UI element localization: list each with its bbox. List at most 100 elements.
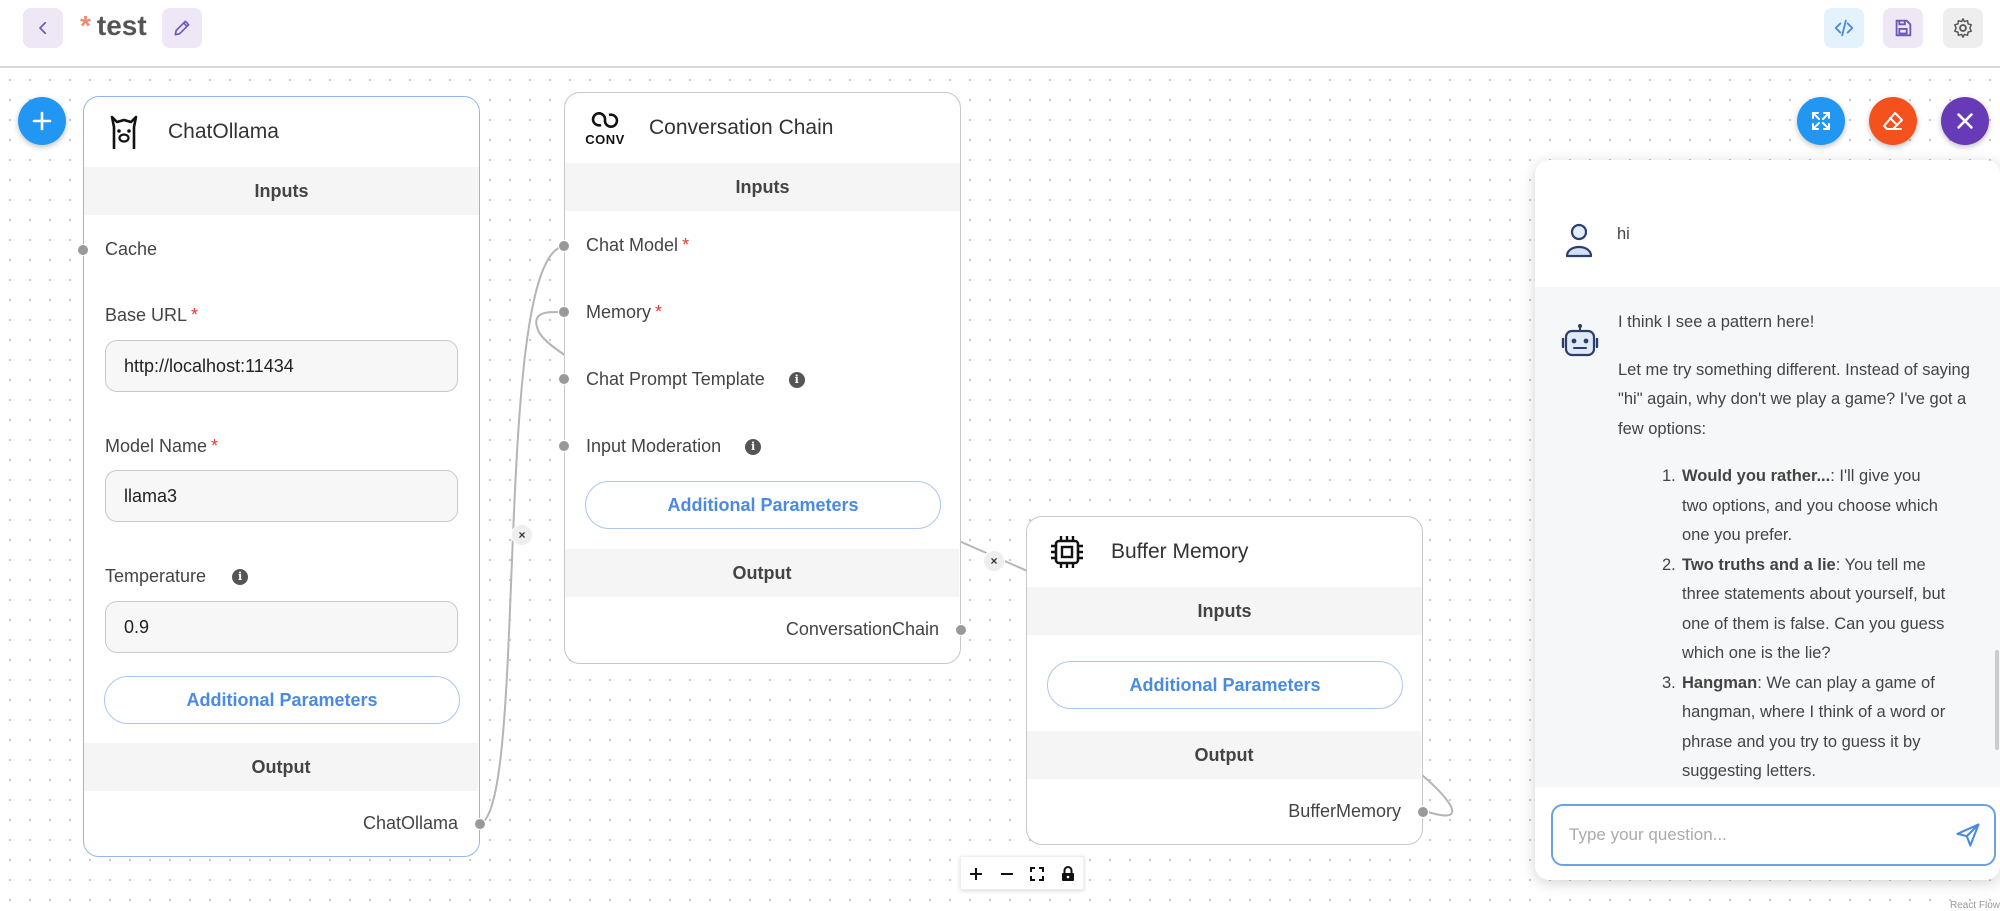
code-icon xyxy=(1834,19,1854,37)
info-icon[interactable]: i xyxy=(745,439,762,456)
model-name-label-text: Model Name xyxy=(105,436,208,456)
base-url-field[interactable]: http://localhost:11434 xyxy=(105,340,458,392)
save-button[interactable] xyxy=(1883,8,1923,48)
list-item-number: 1. xyxy=(1662,467,1676,485)
bot-options-list: 1. Would you rather...: I'll give you two… xyxy=(1662,462,1947,787)
temperature-label: Temperature i xyxy=(105,566,249,587)
node-header: CONV Conversation Chain xyxy=(565,93,960,163)
required-marker: * xyxy=(191,305,199,325)
react-flow-attribution[interactable]: React Flow xyxy=(1950,900,2000,911)
chat-scrollbar[interactable] xyxy=(1995,650,1999,750)
list-item: 2. Two truths and a lie: You tell me thre… xyxy=(1662,551,1947,669)
chatollama-output-handle[interactable] xyxy=(474,818,486,830)
option-title: Hangman xyxy=(1682,673,1758,692)
cache-input-handle[interactable] xyxy=(77,244,89,256)
conversation-chain-output-handle[interactable] xyxy=(955,624,967,636)
memory-chip-icon xyxy=(1047,532,1087,572)
bot-message: I think I see a pattern here! Let me try… xyxy=(1535,287,2000,787)
node-title: Conversation Chain xyxy=(649,116,834,139)
inputs-section-header: Inputs xyxy=(1027,587,1422,635)
chat-model-label: Chat Model * xyxy=(586,235,689,256)
node-conversation-chain[interactable]: CONV Conversation Chain Inputs Chat Mode… xyxy=(558,92,967,664)
edge-delete-button[interactable]: × xyxy=(511,524,533,546)
bot-intro-text: I think I see a pattern here! xyxy=(1618,313,1815,331)
output-name: BufferMemory xyxy=(1288,801,1401,821)
settings-button[interactable] xyxy=(1943,8,1983,48)
pencil-icon xyxy=(174,20,190,36)
edge-delete-button[interactable]: × xyxy=(983,550,1005,572)
back-button[interactable] xyxy=(23,8,63,48)
api-code-button[interactable] xyxy=(1824,8,1864,48)
output-section-header: Output xyxy=(565,549,959,597)
prompt-input-handle[interactable] xyxy=(558,373,570,385)
temperature-field[interactable]: 0.9 xyxy=(105,601,458,653)
model-name-label: Model Name * xyxy=(105,436,218,457)
save-icon xyxy=(1895,19,1912,37)
clear-chat-button[interactable] xyxy=(1869,97,1917,145)
chain-icon: CONV xyxy=(585,108,625,148)
input-moderation-label: Input Moderation i xyxy=(586,436,762,457)
zoom-in-button[interactable] xyxy=(961,857,992,891)
expand-chat-button[interactable] xyxy=(1797,97,1845,145)
memory-input-handle[interactable] xyxy=(558,306,570,318)
close-icon xyxy=(1957,113,1973,129)
lock-button[interactable] xyxy=(1053,857,1084,891)
option-title: Would you rather... xyxy=(1682,467,1831,485)
memory-label: Memory * xyxy=(586,302,662,323)
fit-view-icon xyxy=(1030,867,1045,881)
output-section-header: Output xyxy=(1027,731,1421,779)
bot-body-text: Let me try something different. Instead … xyxy=(1618,360,1970,438)
base-url-label: Base URL * xyxy=(105,305,198,326)
output-name: ChatOllama xyxy=(362,813,458,833)
node-header: Buffer Memory xyxy=(1027,517,1422,587)
chat-input-field[interactable]: Type your question... xyxy=(1551,804,1996,866)
node-title: Buffer Memory xyxy=(1111,540,1249,563)
chat-model-input-handle[interactable] xyxy=(558,240,570,252)
memory-label-text: Memory xyxy=(586,302,652,322)
user-avatar-icon xyxy=(1563,222,1595,263)
list-item: 3. Hangman: We can play a game of hangman… xyxy=(1662,669,1947,787)
info-icon[interactable]: i xyxy=(232,569,249,586)
close-chat-button[interactable] xyxy=(1941,97,1989,145)
chat-model-label-text: Chat Model xyxy=(586,235,679,255)
chain-icon-text: CONV xyxy=(585,131,625,147)
gear-icon xyxy=(1954,18,1972,38)
robot-icon xyxy=(1561,323,1599,364)
inputs-section-header: Inputs xyxy=(84,167,479,215)
node-buffer-memory[interactable]: Buffer Memory Inputs Additional Paramete… xyxy=(1026,516,1429,845)
plus-icon xyxy=(970,868,983,880)
inputs-section-header: Inputs xyxy=(565,163,960,211)
send-icon xyxy=(1956,823,1980,847)
fit-view-button[interactable] xyxy=(1022,857,1053,891)
temperature-label-text: Temperature xyxy=(105,566,207,586)
chevron-left-icon xyxy=(39,21,47,35)
moderation-input-handle[interactable] xyxy=(558,440,570,452)
list-item-number: 2. xyxy=(1662,555,1676,574)
canvas-controls xyxy=(960,856,1084,890)
plus-icon xyxy=(32,111,52,131)
add-node-button[interactable] xyxy=(18,97,66,145)
send-button[interactable] xyxy=(1954,821,1982,854)
node-chatollama[interactable]: ChatOllama Inputs Cache Base URL * http:/… xyxy=(77,96,486,857)
eraser-icon xyxy=(1883,112,1903,130)
model-name-field[interactable]: llama3 xyxy=(105,470,458,522)
additional-parameters-button[interactable]: Additional Parameters xyxy=(585,481,941,529)
required-marker: * xyxy=(682,235,690,255)
base-url-label-text: Base URL xyxy=(105,305,188,325)
buffer-memory-output-handle[interactable] xyxy=(1417,806,1429,818)
chat-prompt-template-label: Chat Prompt Template i xyxy=(586,369,805,390)
additional-parameters-button[interactable]: Additional Parameters xyxy=(104,676,460,724)
output-section-header: Output xyxy=(84,743,478,791)
additional-parameters-button[interactable]: Additional Parameters xyxy=(1047,661,1403,709)
unsaved-marker: * xyxy=(80,10,91,41)
top-bar: * test xyxy=(0,0,2000,68)
minus-icon xyxy=(1000,873,1013,875)
llama-icon xyxy=(104,112,144,152)
required-marker: * xyxy=(655,302,663,322)
option-title: Two truths and a lie xyxy=(1682,555,1836,574)
zoom-out-button[interactable] xyxy=(992,857,1023,891)
node-header: ChatOllama xyxy=(84,97,479,167)
list-item: 1. Would you rather...: I'll give you two… xyxy=(1662,462,1947,551)
info-icon[interactable]: i xyxy=(788,372,805,389)
edit-title-button[interactable] xyxy=(162,8,202,48)
